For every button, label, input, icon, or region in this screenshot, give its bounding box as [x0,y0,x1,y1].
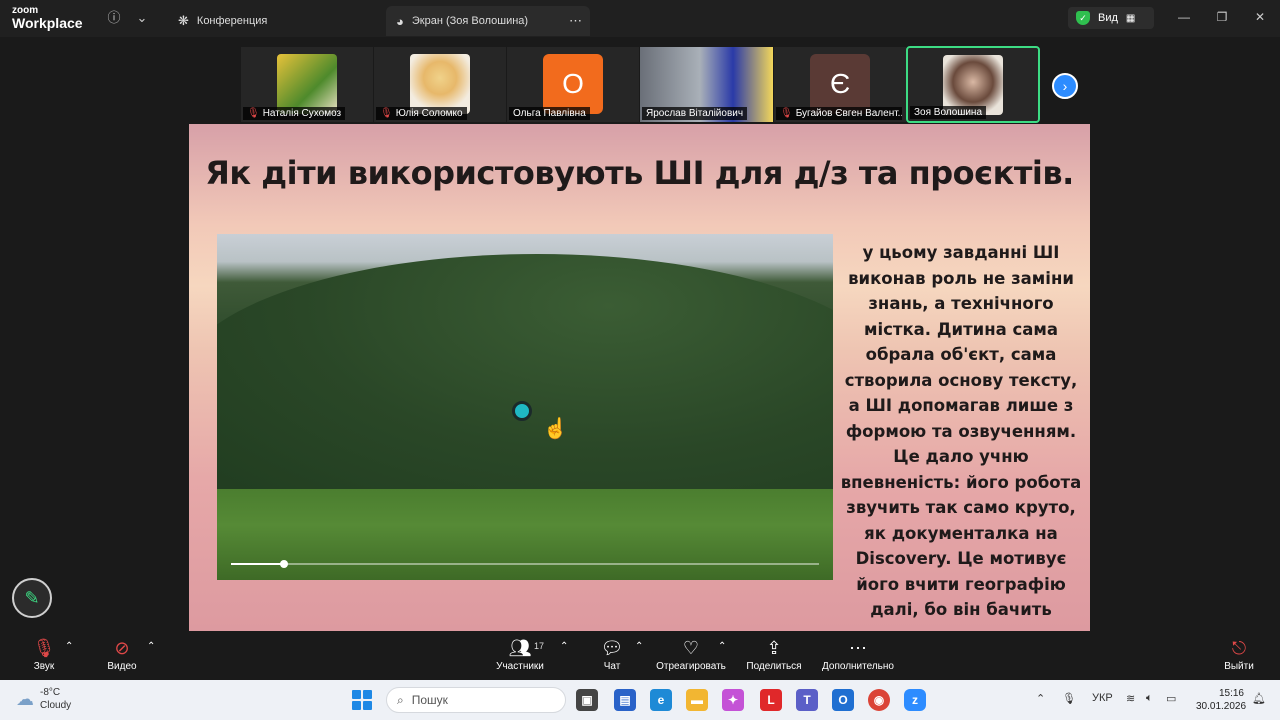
progress-fill [231,563,284,565]
meadow [217,489,833,580]
participant-tile[interactable]: 🎙︎ Наталія Сухомоз [241,47,373,122]
file-explorer-icon[interactable]: ▬ [686,689,708,711]
participant-tile[interactable]: Ярослав Віталійович [640,47,773,122]
chat-options-caret[interactable]: ⌃ [635,641,643,652]
battery-icon[interactable]: ▭ [1166,692,1176,705]
chrome-icon[interactable]: ◉ [868,689,890,711]
avatar: О [543,54,603,114]
meeting-toolbar: 🎙︎ Звук ⌃ ⊘ Видео ⌃ 👥︎ Участники 17 ⌃ 💬︎… [0,631,1280,680]
participant-strip: 🎙︎ Наталія Сухомоз 🎙︎ Юлія Соломко О Ольга… [0,37,1280,124]
video-player[interactable]: ☝ [217,234,833,580]
edge-icon[interactable]: e [650,689,672,711]
camera-off-icon: ⊘ [114,638,130,658]
video-progress-bar[interactable] [231,560,819,568]
muted-mic-icon: 🎙︎ [247,108,260,119]
close-icon[interactable]: ✕ [1252,10,1268,24]
more-button[interactable]: ⋯ Дополнительно [818,637,898,672]
muted-mic-icon: 🎙︎ [780,108,793,119]
grid-icon: ▦ [1125,12,1136,24]
cloud-icon: ☁ [16,688,34,709]
weather-widget[interactable]: ☁ -8°C Cloudy [16,686,71,712]
taskbar-search[interactable]: ⌕ Пошук [386,687,566,713]
exit-icon: ⎋ [1231,638,1247,658]
shield-icon: ✓ [1076,11,1090,25]
hand-cursor-icon: ☝ [543,418,568,440]
audio-button[interactable]: 🎙︎ Звук [30,637,58,672]
notification-icon[interactable]: 🔔︎ [1252,692,1266,705]
participants-count: 17 [534,641,545,651]
more-icon: ⋯ [849,638,867,658]
tab-meeting[interactable]: ❋ Конференция [168,6,277,36]
presentation-slide: Як діти використовують ШІ для д/з та про… [189,124,1090,670]
view-button[interactable]: ✓ Вид ▦ [1068,7,1154,29]
heart-icon: ♡ [682,638,700,658]
mic-off-icon: 🎙︎ [32,638,56,658]
pointer-dot [512,401,532,421]
title-bar: zoom Workplace ⓘ ⌄ ❋ Конференция ◕ Экран… [0,0,1280,37]
react-options-caret[interactable]: ⌃ [718,641,726,652]
share-button[interactable]: ⇪ Поделиться [744,637,804,672]
forest-hill [217,254,833,514]
avatar: Є [810,54,870,114]
start-button[interactable] [352,690,372,710]
chevron-right-icon: › [1062,78,1068,94]
react-button[interactable]: ♡ Отреагировать [654,637,728,672]
volume-icon[interactable]: 🔈︎ [1146,692,1153,705]
avatar [410,54,470,114]
chat-button[interactable]: 💬︎ Чат [600,637,624,672]
share-screen-icon: ⇪ [766,638,782,658]
progress-handle[interactable] [279,560,288,568]
language-indicator[interactable]: УКР [1092,692,1113,704]
participant-tile[interactable]: О Ольга Павлівна [507,47,639,122]
slide-title: Як діти використовують ШІ для д/з та про… [205,154,1074,192]
paw-icon: ❋ [178,13,189,28]
chevron-up-icon[interactable]: ⌃ [1036,692,1045,705]
muted-mic-icon: 🎙︎ [380,108,393,119]
outlook-icon[interactable]: O [832,689,854,711]
task-view-icon[interactable]: ▣ [576,689,598,711]
wifi-icon[interactable]: ≋ [1126,692,1135,705]
clock[interactable]: 15:16 30.01.2026 [1196,687,1246,713]
teams-icon[interactable]: T [796,689,818,711]
annotate-button[interactable]: ✎ [12,578,52,618]
shared-screen: Як діти використовують ШІ для д/з та про… [0,124,1280,670]
zoom-icon[interactable]: z [904,689,926,711]
participant-tile[interactable]: Є 🎙︎ Бугайов Євген Валент... [774,47,906,122]
participant-tile-active[interactable]: Зоя Волошина [906,46,1040,123]
audio-options-caret[interactable]: ⌃ [65,641,73,652]
tab-screen-share[interactable]: ◕ Экран (Зоя Волошина) ⋯ [386,6,590,36]
chevron-down-icon[interactable]: ⌄ [134,10,150,26]
slide-body-text: у цьому завданні ШІ виконав роль не замі… [840,243,1082,670]
next-page-button[interactable]: › [1052,73,1078,99]
info-icon[interactable]: ⓘ [106,10,122,26]
pencil-icon: ✎ [24,588,40,608]
chat-icon: 💬︎ [600,638,624,658]
l-app-icon[interactable]: L [760,689,782,711]
avatar [277,54,337,114]
copilot-icon[interactable]: ✦ [722,689,744,711]
store-icon[interactable]: ▤ [614,689,636,711]
os-taskbar: ☁ -8°C Cloudy ⌕ Пошук ▣ ▤ e ▬ ✦ L T O ◉ … [0,680,1280,720]
avatar-icon: ◕ [396,13,404,29]
leave-button[interactable]: ⎋ Выйти [1222,637,1256,672]
more-icon[interactable]: ⋯ [569,13,582,29]
participant-tile[interactable]: 🎙︎ Юлія Соломко [374,47,506,122]
search-icon: ⌕ [397,692,404,707]
minimize-icon[interactable]: — [1176,10,1192,24]
video-options-caret[interactable]: ⌃ [147,641,155,652]
video-button[interactable]: ⊘ Видео [104,637,140,672]
restore-icon[interactable]: ❐ [1214,10,1230,24]
zoom-logo: zoom Workplace [12,5,83,31]
microphone-icon[interactable]: 🎙︎ [1062,692,1076,705]
participants-options-caret[interactable]: ⌃ [560,641,568,652]
